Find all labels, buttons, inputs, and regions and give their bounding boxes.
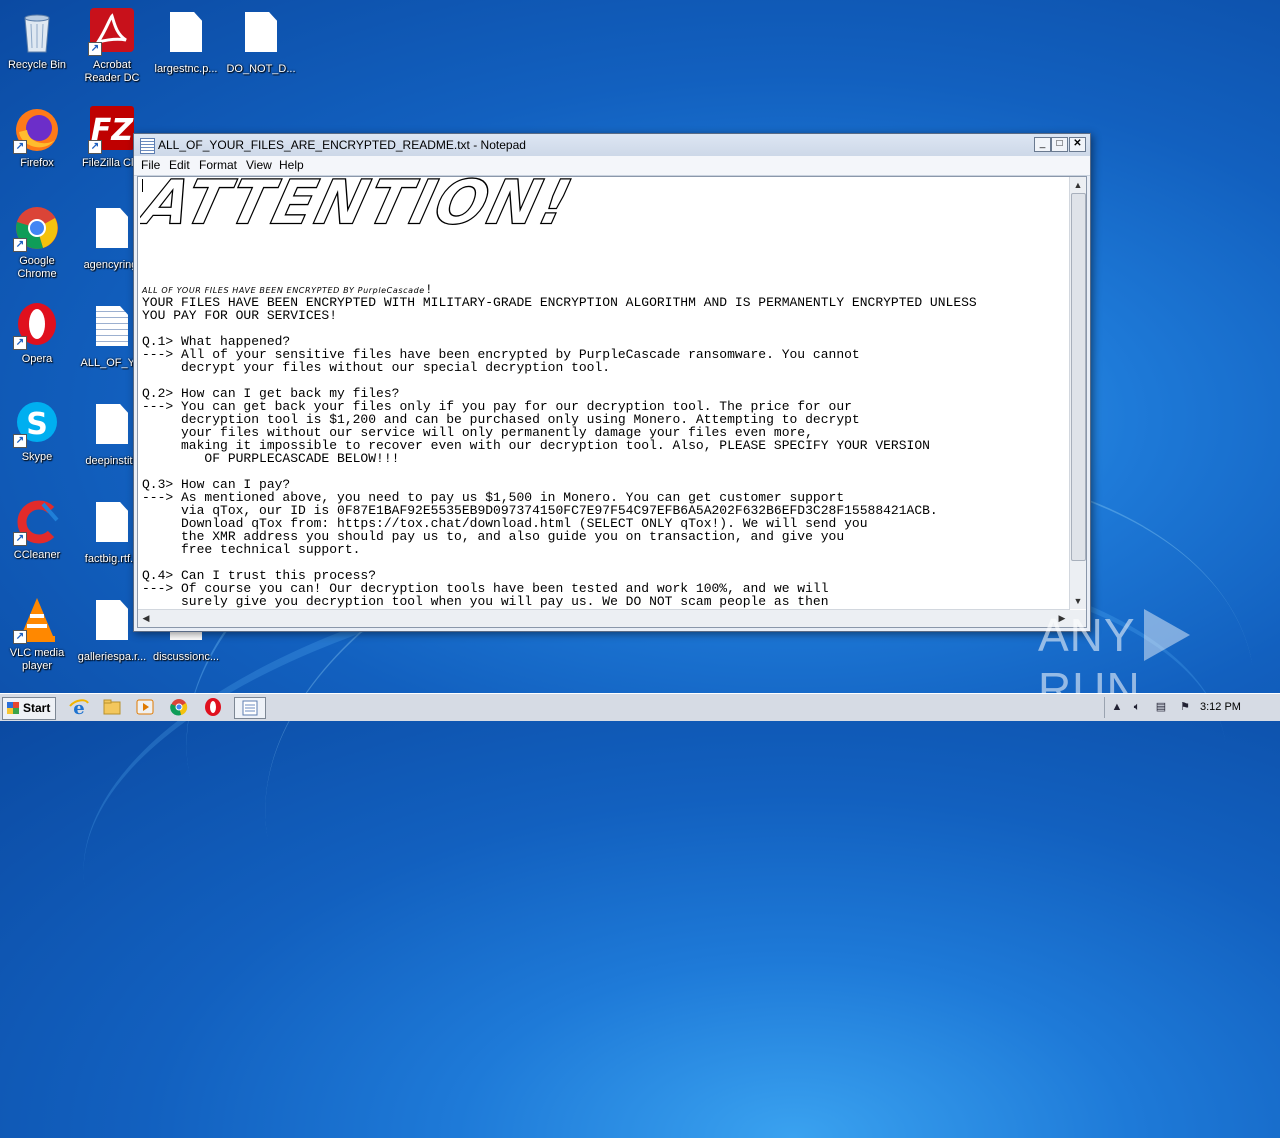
minimize-button[interactable]: _	[1034, 137, 1051, 152]
desktop-icon-ccleaner[interactable]: ↗ CCleaner	[0, 498, 74, 562]
action-center-flag-icon[interactable]: ⚑	[1178, 700, 1192, 714]
shortcut-arrow-icon: ↗	[13, 238, 27, 252]
tray-separator	[1104, 697, 1105, 718]
show-hidden-icons-chevron-icon[interactable]: ▲	[1110, 700, 1124, 714]
close-button[interactable]: ✕	[1069, 137, 1086, 152]
shortcut-arrow-icon: ↗	[13, 532, 27, 546]
desktop-icon-largestnc[interactable]: largestnc.p...	[149, 8, 223, 76]
menu-edit[interactable]: Edit	[169, 158, 190, 172]
shortcut-arrow-icon: ↗	[13, 630, 27, 644]
document-text[interactable]: ATTENTION! ALL OF YOUR FILES HAVE BEEN E…	[140, 177, 1070, 609]
desktop-icon-chrome[interactable]: ↗ Google Chrome	[0, 204, 74, 281]
text-editor[interactable]: ATTENTION! ALL OF YOUR FILES HAVE BEEN E…	[137, 176, 1087, 628]
desktop-icon-label: DO_NOT_D...	[226, 63, 296, 75]
desktop-icon-label: Acrobat Reader DC	[84, 59, 140, 84]
desktop-icon-label: VLC media player	[9, 647, 65, 672]
desktop-icon-label: galleriespa.r...	[77, 651, 147, 663]
shortcut-arrow-icon: ↗	[88, 42, 102, 56]
text-line: surely give you decryption tool when you…	[142, 594, 829, 609]
taskbar-opera-icon[interactable]	[202, 697, 224, 717]
desktop-icon-do-not[interactable]: DO_NOT_D...	[224, 8, 298, 76]
desktop-icon-vlc[interactable]: ↗ VLC media player	[0, 596, 74, 673]
menu-bar: File Edit Format View Help	[134, 156, 1090, 176]
play-logo-icon	[1143, 609, 1190, 661]
desktop-icon-label: Skype	[21, 451, 53, 463]
document-icon	[96, 502, 128, 542]
scroll-up-arrow-icon[interactable]: ▲	[1070, 177, 1086, 193]
menu-help[interactable]: Help	[279, 158, 304, 172]
notepad-icon	[140, 138, 155, 154]
scroll-thumb[interactable]	[1071, 193, 1086, 561]
scroll-down-arrow-icon[interactable]: ▼	[1070, 593, 1086, 609]
volume-icon[interactable]: 🔈︎	[1130, 700, 1144, 714]
text-line: free technical support.	[142, 542, 361, 557]
desktop-icon-skype[interactable]: S ↗ Skype	[0, 400, 74, 464]
shortcut-arrow-icon: ↗	[88, 140, 102, 154]
menu-view[interactable]: View	[246, 158, 272, 172]
title-bar[interactable]: ALL_OF_YOUR_FILES_ARE_ENCRYPTED_README.t…	[134, 134, 1090, 156]
desktop-icon-label: Opera	[21, 353, 53, 365]
desktop-icon-label: Recycle Bin	[7, 59, 67, 71]
horizontal-scrollbar[interactable]: ◀ ▶	[138, 609, 1070, 627]
attention-banner: ATTENTION!	[140, 177, 581, 239]
shortcut-arrow-icon: ↗	[13, 140, 27, 154]
svg-text:S: S	[26, 407, 48, 442]
windows-logo-icon	[7, 702, 19, 714]
text-file-icon	[96, 306, 128, 346]
taskbar-ie-icon[interactable]: e	[68, 697, 90, 719]
desktop-icon-acrobat[interactable]: ↗ Acrobat Reader DC	[75, 8, 149, 85]
taskbar-clock[interactable]: 3:12 PM	[1200, 701, 1241, 713]
taskbar-media-player-icon[interactable]	[134, 697, 156, 717]
watermark-left: ANY	[1038, 609, 1136, 661]
desktop-icon-label: CCleaner	[13, 549, 61, 561]
start-button[interactable]: Start	[2, 697, 56, 720]
desktop-icon-label: Firefox	[20, 157, 54, 169]
taskbar-chrome-icon[interactable]	[168, 697, 190, 717]
document-icon	[170, 12, 202, 52]
recycle-bin-icon	[13, 8, 61, 56]
desktop-icon-opera[interactable]: ↗ Opera	[0, 302, 74, 366]
text-line: decrypt your files without our special d…	[142, 360, 611, 375]
taskbar-explorer-icon[interactable]	[101, 697, 123, 717]
desktop-icon-label: discussionc...	[152, 651, 220, 663]
text-line: OF PURPLECASCADE BELOW!!!	[142, 451, 400, 466]
subheading-small: ALL OF YOUR FILES HAVE BEEN ENCRYPTED BY…	[142, 286, 425, 295]
document-icon	[245, 12, 277, 52]
vertical-scrollbar[interactable]: ▲ ▼	[1069, 177, 1086, 609]
network-icon[interactable]: ▤	[1154, 700, 1168, 714]
notepad-window[interactable]: ALL_OF_YOUR_FILES_ARE_ENCRYPTED_README.t…	[133, 133, 1091, 632]
firefox-icon: ↗	[13, 106, 61, 154]
document-icon	[96, 404, 128, 444]
scroll-left-arrow-icon[interactable]: ◀	[138, 610, 154, 627]
taskbar: Start e ▲ 🔈︎ ▤ ⚑ 3:12 PM	[0, 693, 1280, 721]
start-label: Start	[23, 701, 51, 715]
text-caret	[142, 179, 143, 192]
text-line: YOU PAY FOR OUR SERVICES!	[142, 308, 338, 323]
window-title: ALL_OF_YOUR_FILES_ARE_ENCRYPTED_README.t…	[158, 138, 526, 152]
desktop-icon-recycle-bin[interactable]: Recycle Bin	[0, 8, 74, 72]
opera-icon: ↗	[13, 302, 61, 350]
desktop-icon-label: Google Chrome	[17, 255, 57, 280]
skype-icon: S ↗	[13, 400, 61, 448]
document-icon	[96, 600, 128, 640]
filezilla-icon: FZ ↗	[88, 106, 136, 154]
ccleaner-icon: ↗	[13, 498, 61, 546]
maximize-button[interactable]: □	[1051, 137, 1068, 152]
shortcut-arrow-icon: ↗	[13, 336, 27, 350]
taskbar-notepad-button[interactable]	[234, 697, 266, 719]
desktop-icon-label: largestnc.p...	[154, 63, 218, 75]
chrome-icon: ↗	[13, 204, 61, 252]
acrobat-icon: ↗	[88, 8, 136, 56]
desktop-icon-firefox[interactable]: ↗ Firefox	[0, 106, 74, 170]
vlc-icon: ↗	[13, 596, 61, 644]
menu-file[interactable]: File	[141, 158, 160, 172]
menu-format[interactable]: Format	[199, 158, 237, 172]
shortcut-arrow-icon: ↗	[13, 434, 27, 448]
document-icon	[96, 208, 128, 248]
